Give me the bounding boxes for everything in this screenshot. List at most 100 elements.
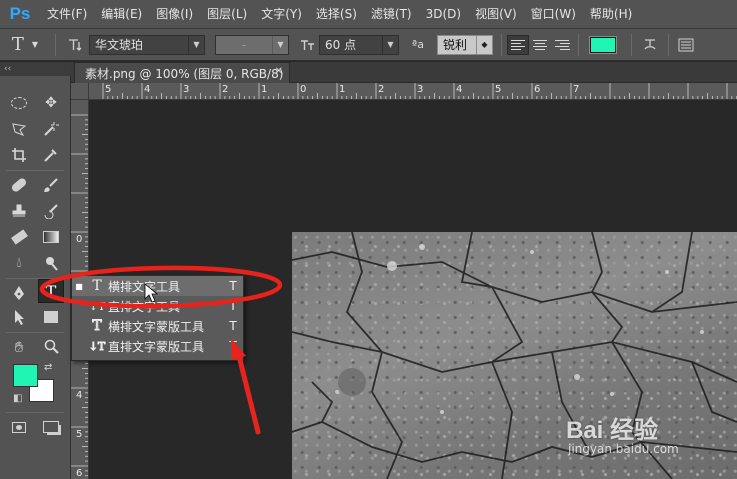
character-panel-button[interactable]	[674, 38, 698, 52]
dodge-icon	[46, 257, 58, 271]
menu-help[interactable]: 帮助(H)	[583, 0, 639, 29]
divider	[668, 33, 669, 56]
gradient-icon	[43, 231, 59, 243]
menu-image[interactable]: 图像(I)	[149, 0, 200, 29]
crop-tool[interactable]	[6, 143, 32, 167]
eyedropper-icon	[44, 149, 57, 162]
move-icon: ✥	[45, 95, 57, 111]
vertical-type-mask-icon: ↓T	[88, 339, 106, 353]
divider	[55, 33, 56, 56]
pen-tool[interactable]	[6, 281, 32, 305]
antialias-label: ªa	[412, 38, 424, 51]
font-size-select[interactable]: 60 点 ▼	[319, 34, 399, 55]
brush-tool[interactable]	[38, 173, 64, 197]
ruler-label: 3	[417, 84, 424, 95]
eraser-tool[interactable]	[6, 225, 32, 249]
menu-3d[interactable]: 3D(D)	[419, 0, 468, 29]
font-size-icon	[297, 37, 319, 53]
water-drop-icon: 💧︎	[16, 255, 22, 271]
document-tab[interactable]: 素材.png @ 100% (图层 0, RGB/8) ✕	[74, 62, 290, 83]
ruler-label: 2	[222, 84, 229, 95]
brush-icon	[44, 178, 58, 192]
magic-wand-tool[interactable]	[38, 117, 64, 141]
text-orientation-toggle[interactable]	[61, 29, 89, 61]
font-family-select[interactable]: 华文琥珀 ▼	[89, 34, 205, 55]
ruler-label: 0	[76, 234, 83, 245]
flyout-item-horizontal-type-mask[interactable]: T 横排文字蒙版工具 T	[72, 316, 243, 336]
menu-window[interactable]: 窗口(W)	[524, 0, 583, 29]
flyout-item-label: 直排文字蒙版工具	[108, 339, 205, 354]
font-style-select[interactable]: - ▼	[215, 34, 289, 55]
zoom-tool[interactable]	[38, 335, 64, 359]
antialias-select[interactable]: 锐利 ◆	[437, 34, 493, 55]
menu-filter[interactable]: 滤镜(T)	[364, 0, 419, 29]
type-tool[interactable]: T	[38, 279, 64, 303]
bandage-icon	[10, 176, 28, 194]
marquee-tool[interactable]	[6, 91, 32, 115]
flyout-item-vertical-type[interactable]: ↓T 直排文字工具 T	[72, 296, 243, 316]
align-left-button[interactable]	[507, 34, 529, 55]
clone-stamp-tool[interactable]	[6, 199, 32, 223]
chevron-down-icon: ▼	[188, 35, 204, 54]
gradient-tool[interactable]	[38, 225, 64, 249]
flyout-item-horizontal-type[interactable]: ■ T 横排文字工具 T	[72, 276, 243, 296]
panel-collapse-strip[interactable]: ‹‹	[0, 62, 71, 76]
divider	[6, 170, 64, 171]
pen-icon	[14, 286, 24, 300]
menu-bar: Ps 文件(F) 编辑(E) 图像(I) 图层(L) 文字(Y) 选择(S) 滤…	[0, 0, 737, 29]
divider	[631, 33, 632, 56]
menu-edit[interactable]: 编辑(E)	[94, 0, 149, 29]
close-icon[interactable]: ✕	[275, 66, 283, 77]
ruler-label: 2	[378, 84, 385, 95]
menu-list: 文件(F) 编辑(E) 图像(I) 图层(L) 文字(Y) 选择(S) 滤镜(T…	[40, 0, 639, 29]
type-tool-icon: T	[45, 281, 57, 301]
selected-bullet-icon: ■	[75, 281, 83, 291]
menu-type[interactable]: 文字(Y)	[254, 0, 309, 29]
blur-tool[interactable]: 💧︎	[6, 251, 32, 275]
font-style-value: -	[241, 37, 247, 52]
warp-text-button[interactable]	[637, 37, 663, 53]
ruler-label: 7	[573, 84, 580, 95]
tool-preset-picker[interactable]: T ▼	[0, 29, 50, 61]
options-bar: T ▼ 华文琥珀 ▼ - ▼ 60 点 ▼ ªa 锐利 ◆	[0, 29, 737, 61]
arrow-cursor-icon	[15, 310, 24, 325]
divider	[6, 412, 64, 413]
divider	[501, 33, 502, 56]
ruler-label: 6	[76, 468, 83, 479]
ruler-origin[interactable]	[71, 83, 89, 100]
menu-layer[interactable]: 图层(L)	[200, 0, 254, 29]
dodge-tool[interactable]	[38, 251, 64, 275]
ruler-label: 0	[300, 84, 307, 95]
screen-mode-button[interactable]	[38, 415, 64, 439]
align-center-button[interactable]	[529, 35, 551, 55]
hand-tool[interactable]: ✋︎	[6, 335, 32, 359]
font-size-value: 60 点	[325, 38, 357, 52]
menu-file[interactable]: 文件(F)	[40, 0, 94, 29]
history-brush-tool[interactable]	[38, 199, 64, 223]
path-selection-tool[interactable]	[6, 305, 32, 329]
swap-colors-icon[interactable]: ⇄	[44, 362, 52, 373]
eyedropper-tool[interactable]	[38, 143, 64, 167]
watermark-url: jingyan.baidu.com	[568, 442, 679, 456]
text-color-swatch[interactable]	[589, 35, 617, 54]
menu-view[interactable]: 视图(V)	[468, 0, 524, 29]
align-right-button[interactable]	[551, 35, 573, 55]
rectangle-tool[interactable]	[38, 305, 64, 329]
horizontal-ruler[interactable]: 5 4 3 2 1 0 1 2 3 4 5 6 7	[89, 83, 737, 100]
chevron-updown-icon: ◆	[476, 35, 492, 54]
flyout-item-label: 横排文字蒙版工具	[108, 319, 205, 334]
magic-wand-icon	[44, 122, 59, 136]
menu-select[interactable]: 选择(S)	[309, 0, 364, 29]
rectangle-icon	[44, 311, 58, 323]
default-colors-icon[interactable]: ◧	[13, 393, 22, 404]
horizontal-type-mask-icon: T	[92, 318, 102, 335]
warp-text-icon	[644, 38, 656, 49]
ruler-label: 5	[495, 84, 502, 95]
quick-mask-button[interactable]	[6, 415, 32, 439]
lasso-tool[interactable]	[6, 117, 32, 141]
healing-brush-tool[interactable]	[6, 173, 32, 197]
ruler-label: 4	[456, 84, 463, 95]
flyout-item-vertical-type-mask[interactable]: ↓T 直排文字蒙版工具 T	[72, 336, 243, 356]
move-tool[interactable]: ✥	[38, 91, 64, 115]
foreground-color-swatch[interactable]	[13, 364, 38, 387]
